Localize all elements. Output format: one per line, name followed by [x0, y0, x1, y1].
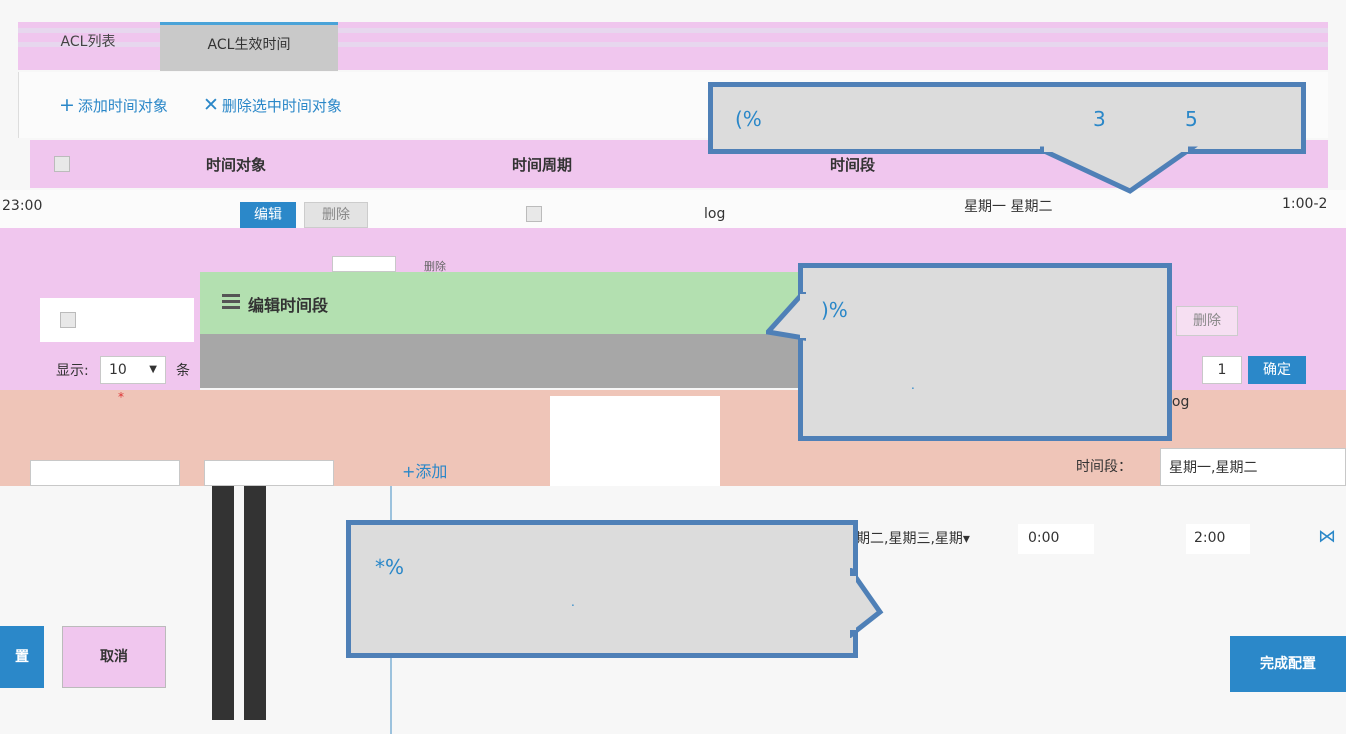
callout-2-text: )%: [821, 298, 848, 322]
modal-gray-bar: [200, 334, 800, 388]
divider-bar: [244, 486, 266, 720]
show-label: 显示:: [56, 363, 89, 379]
callout-1-num-b: 5: [1185, 107, 1198, 131]
annotation-callout-3: *% .: [346, 520, 858, 658]
time-cell-left: 23:00: [2, 198, 43, 214]
left-checkbox[interactable]: [60, 312, 76, 328]
page-number-input[interactable]: 1: [1202, 356, 1242, 384]
left-panel: 显示: 10 ▼ 条: [0, 272, 200, 390]
add-period-label: 添加: [415, 462, 448, 481]
callout-2-pointer: [766, 292, 806, 341]
add-period-button[interactable]: +添加: [402, 458, 447, 482]
callout-1-text: (%: [735, 107, 762, 131]
annotation-callout-1: (% 3 5: [708, 82, 1306, 154]
row2-edit-box[interactable]: [332, 256, 396, 272]
menu-icon: [222, 294, 240, 312]
tab-acl-list[interactable]: ACL列表: [18, 22, 158, 68]
annotation-callout-2: )% .: [798, 263, 1172, 441]
add-time-object-label: 添加时间对象: [77, 97, 168, 115]
add-time-object-button[interactable]: + 添加时间对象: [59, 94, 168, 116]
delete-button[interactable]: 删除: [304, 202, 368, 228]
delete-selected-label: 删除选中时间对象: [221, 97, 342, 115]
header-time-range: 时间段: [830, 156, 876, 174]
header-time-object: 时间对象: [206, 156, 267, 174]
remove-row-icon[interactable]: ⋈: [1318, 526, 1336, 547]
callout-3-dot: .: [571, 595, 575, 609]
callout-1-pointer: [1040, 145, 1198, 194]
required-mark: *: [118, 390, 124, 404]
modal-header: 编辑时间段: [200, 272, 800, 334]
row-name: log: [704, 206, 726, 222]
plus-icon: +: [59, 94, 75, 116]
left-checkbox-cell: [40, 298, 194, 342]
row-period: 星期一 星期二: [964, 199, 1053, 215]
callout-2-dot: .: [911, 378, 915, 392]
select-all-checkbox[interactable]: [54, 156, 70, 172]
modal-title: 编辑时间段: [248, 296, 329, 315]
end-time-input[interactable]: 2:00: [1186, 524, 1250, 554]
delete-selected-button[interactable]: ✕ 删除选中时间对象: [203, 94, 342, 116]
cancel-button[interactable]: 取消: [62, 626, 166, 688]
confirm-button[interactable]: 确定: [1248, 356, 1306, 384]
finish-config-button[interactable]: 完成配置: [1230, 636, 1346, 692]
start-time-input[interactable]: 0:00: [1018, 524, 1094, 554]
unit-label: 条: [176, 363, 190, 379]
time-period-label: 时间段：: [1076, 459, 1132, 475]
tab-strip: ACL列表 ACL生效时间: [18, 22, 1328, 71]
right-panel: 删除 1 确定: [1168, 272, 1346, 390]
edit-button[interactable]: 编辑: [240, 202, 296, 228]
row-time: 1:00-2: [1282, 196, 1328, 212]
weekday-select-row[interactable]: 期二,星期三,星期▾: [856, 528, 970, 548]
close-icon: ✕: [203, 94, 219, 116]
plus-icon: +: [402, 462, 416, 481]
page-size-select[interactable]: 10 ▼: [100, 356, 166, 384]
header-time-period: 时间周期: [512, 156, 573, 174]
callout-3-pointer: [850, 568, 884, 638]
callout-1-num-a: 3: [1093, 107, 1106, 131]
chevron-down-icon: ▼: [149, 364, 157, 375]
start-time-field-top[interactable]: [30, 460, 180, 486]
page-size-value: 10: [109, 362, 127, 378]
callout-3-text: *%: [375, 555, 405, 579]
weekday-select-top[interactable]: 星期一,星期二: [1160, 448, 1346, 486]
row-checkbox[interactable]: [526, 206, 542, 222]
table-row: 23:00 编辑 删除 log 星期一 星期二 1:00-2: [0, 190, 1346, 228]
tab-acl-effective-time[interactable]: ACL生效时间: [160, 22, 338, 71]
white-panel: [550, 396, 720, 490]
end-time-field-top[interactable]: [204, 460, 334, 486]
save-button[interactable]: 置: [0, 626, 44, 688]
divider-bar: [212, 486, 234, 720]
right-delete-button[interactable]: 删除: [1176, 306, 1238, 336]
